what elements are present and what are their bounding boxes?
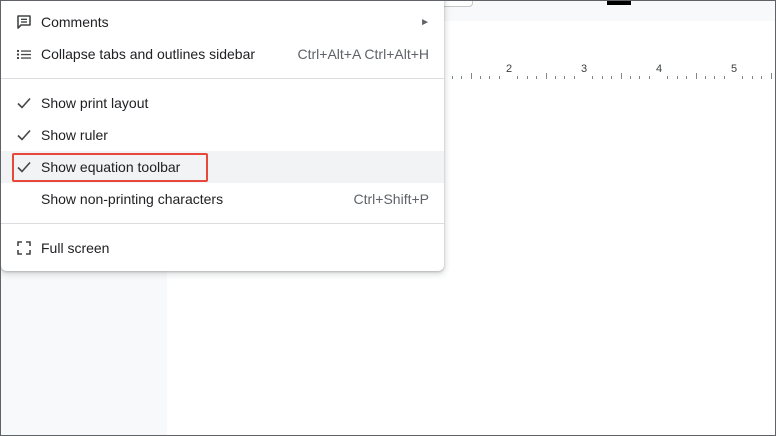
menu-item-label: Collapse tabs and outlines sidebar: [41, 46, 256, 62]
check-icon: [15, 126, 33, 144]
menu-divider: [1, 223, 444, 224]
toolbar-indicator: [607, 1, 631, 5]
fullscreen-icon: [15, 239, 33, 257]
list-icon: [15, 45, 33, 63]
check-icon: [15, 158, 33, 176]
menu-item-show-non-printing-characters[interactable]: Show non-printing characters Ctrl+Shift+…: [1, 183, 444, 215]
app-window: 2 3 4 5 Comments ► Collapse tabs and out…: [0, 0, 776, 436]
menu-item-shortcut: Ctrl+Shift+P: [353, 191, 429, 207]
menu-item-label: Show equation toolbar: [41, 159, 181, 175]
ruler-number: 2: [505, 63, 513, 75]
menu-item-label: Show ruler: [41, 127, 108, 143]
ruler-number: 3: [580, 63, 588, 75]
toolbar-control[interactable]: [441, 1, 473, 7]
submenu-arrow-icon: ►: [420, 16, 430, 28]
ruler-number: 4: [655, 63, 663, 75]
menu-item-comments[interactable]: Comments ►: [1, 6, 444, 38]
comment-icon: [15, 13, 33, 31]
ruler-number: 5: [730, 63, 738, 75]
view-menu: Comments ► Collapse tabs and outlines si…: [1, 1, 444, 271]
menu-item-shortcut: Ctrl+Alt+A Ctrl+Alt+H: [297, 46, 430, 62]
menu-item-show-ruler[interactable]: Show ruler: [1, 119, 444, 151]
menu-divider: [1, 78, 444, 79]
check-icon: [15, 94, 33, 112]
menu-item-collapse-sidebar[interactable]: Collapse tabs and outlines sidebar Ctrl+…: [1, 38, 444, 70]
menu-item-label: Show non-printing characters: [41, 191, 224, 207]
menu-item-label: Full screen: [41, 240, 110, 256]
menu-item-show-equation-toolbar[interactable]: Show equation toolbar: [1, 151, 444, 183]
menu-item-label: Comments: [41, 14, 109, 30]
menu-item-full-screen[interactable]: Full screen: [1, 232, 444, 264]
menu-item-show-print-layout[interactable]: Show print layout: [1, 87, 444, 119]
menu-item-label: Show print layout: [41, 95, 149, 111]
